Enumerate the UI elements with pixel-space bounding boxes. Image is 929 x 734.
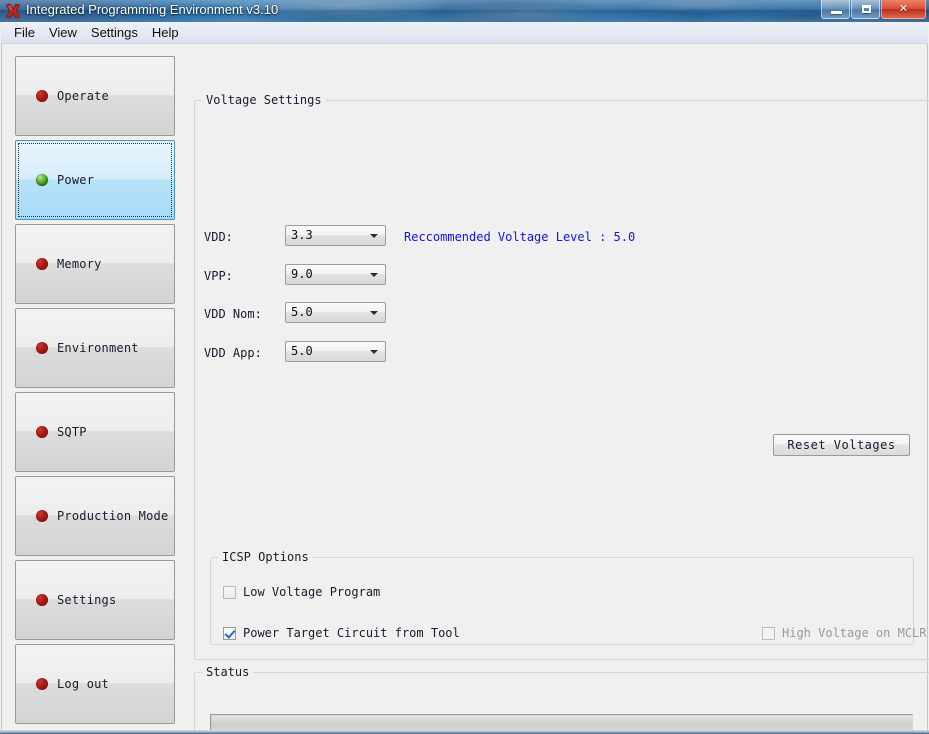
close-icon: ✕ bbox=[898, 2, 909, 15]
application-window: Integrated Programming Environment v3.10… bbox=[0, 0, 929, 734]
reset-voltages-button[interactable]: Reset Voltages bbox=[773, 434, 910, 456]
chevron-down-icon bbox=[370, 234, 378, 238]
vpp-value: 9.0 bbox=[291, 267, 313, 281]
maximize-icon bbox=[862, 5, 871, 13]
menu-item-settings[interactable]: Settings bbox=[84, 24, 145, 42]
voltage-settings-title: Voltage Settings bbox=[202, 93, 326, 107]
menu-item-help[interactable]: Help bbox=[145, 24, 186, 42]
sidebar-item-label: Memory bbox=[57, 257, 102, 271]
vdd-nom-value: 5.0 bbox=[291, 305, 313, 319]
client-area: Operate Power Memory Environment SQTP Pr bbox=[1, 44, 929, 734]
vdd-app-combobox[interactable]: 5.0 bbox=[285, 341, 386, 362]
low-voltage-program-checkbox[interactable]: Low Voltage Program bbox=[223, 585, 380, 599]
sidebar-item-label: Environment bbox=[57, 341, 139, 355]
vdd-app-value: 5.0 bbox=[291, 344, 313, 358]
window-title: Integrated Programming Environment v3.10 bbox=[26, 2, 279, 17]
power-target-circuit-checkbox[interactable]: Power Target Circuit from Tool bbox=[223, 626, 460, 640]
vdd-app-label: VDD App: bbox=[204, 346, 262, 360]
high-voltage-mclr-label: High Voltage on MCLR bbox=[782, 626, 927, 640]
vpp-label: VPP: bbox=[204, 269, 233, 283]
low-voltage-program-label: Low Voltage Program bbox=[243, 585, 381, 599]
chevron-down-icon bbox=[370, 273, 378, 277]
maximize-button[interactable] bbox=[851, 0, 880, 19]
menu-item-file[interactable]: File bbox=[7, 24, 42, 42]
menu-item-view[interactable]: View bbox=[42, 24, 84, 42]
close-button[interactable]: ✕ bbox=[881, 0, 926, 19]
recommended-voltage-text: Reccommended Voltage Level : 5.0 bbox=[404, 230, 636, 244]
red-dot-icon bbox=[36, 342, 48, 354]
vdd-value: 3.3 bbox=[291, 228, 313, 242]
vdd-nom-combobox[interactable]: 5.0 bbox=[285, 302, 386, 323]
sidebar-item-label: Operate bbox=[57, 89, 109, 103]
minimize-button[interactable] bbox=[821, 0, 850, 19]
red-dot-icon bbox=[36, 678, 48, 690]
chevron-down-icon bbox=[370, 311, 378, 315]
sidebar-item-production-mode[interactable]: Production Mode bbox=[15, 476, 175, 556]
red-dot-icon bbox=[36, 426, 48, 438]
checkbox-box-icon bbox=[223, 585, 236, 599]
vdd-nom-label: VDD Nom: bbox=[204, 307, 262, 321]
sidebar-item-log-out[interactable]: Log out bbox=[15, 644, 175, 724]
sidebar-item-operate[interactable]: Operate bbox=[15, 56, 175, 136]
sidebar-item-label: SQTP bbox=[57, 425, 87, 439]
sidebar-item-memory[interactable]: Memory bbox=[15, 224, 175, 304]
red-dot-icon bbox=[36, 510, 48, 522]
sidebar-item-power[interactable]: Power bbox=[15, 140, 175, 220]
window-controls: ✕ bbox=[820, 0, 926, 20]
red-dot-icon bbox=[36, 594, 48, 606]
power-target-circuit-label: Power Target Circuit from Tool bbox=[243, 626, 460, 640]
vpp-combobox[interactable]: 9.0 bbox=[285, 264, 386, 285]
sidebar-item-label: Power bbox=[57, 173, 95, 187]
vdd-combobox[interactable]: 3.3 bbox=[285, 225, 386, 246]
sidebar-item-environment[interactable]: Environment bbox=[15, 308, 175, 388]
sidebar-item-label: Log out bbox=[57, 677, 109, 691]
title-bar: Integrated Programming Environment v3.10… bbox=[0, 0, 929, 22]
sidebar-item-label: Settings bbox=[57, 593, 117, 607]
minimize-icon bbox=[831, 11, 842, 14]
app-icon bbox=[5, 3, 21, 19]
icsp-options-title: ICSP Options bbox=[218, 550, 313, 564]
red-dot-icon bbox=[36, 90, 48, 102]
checkmark-icon bbox=[223, 626, 236, 640]
vdd-label: VDD: bbox=[204, 230, 233, 244]
status-title: Status bbox=[202, 665, 254, 679]
window-bottom-edge bbox=[0, 730, 929, 734]
sidebar: Operate Power Memory Environment SQTP Pr bbox=[15, 56, 175, 728]
chevron-down-icon bbox=[370, 350, 378, 354]
sidebar-item-settings[interactable]: Settings bbox=[15, 560, 175, 640]
green-sphere-icon bbox=[36, 174, 48, 186]
red-dot-icon bbox=[36, 258, 48, 270]
sidebar-item-sqtp[interactable]: SQTP bbox=[15, 392, 175, 472]
high-voltage-mclr-checkbox: High Voltage on MCLR bbox=[762, 626, 927, 640]
checkbox-box-icon bbox=[762, 626, 775, 640]
sidebar-item-label: Production Mode bbox=[57, 509, 169, 523]
menu-bar: File View Settings Help bbox=[1, 22, 928, 44]
